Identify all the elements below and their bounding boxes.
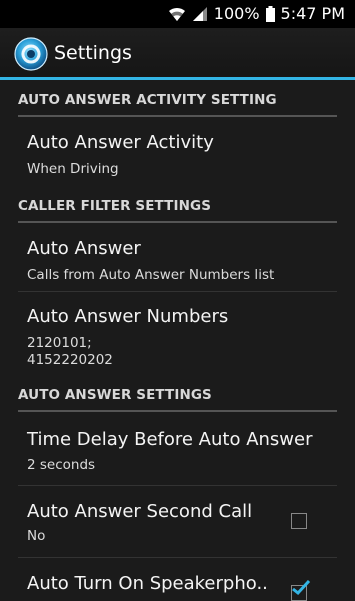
wifi-icon: [168, 7, 185, 21]
app-logo-icon[interactable]: [14, 37, 48, 71]
pref-title: Auto Answer Second Call: [27, 501, 253, 522]
pref-summary-line-1: 2120101;: [27, 335, 92, 351]
section-header-caller-filter: CALLER FILTER SETTINGS: [18, 191, 337, 223]
section-header-auto-answer-activity: AUTO ANSWER ACTIVITY SETTING: [18, 85, 337, 117]
settings-list[interactable]: AUTO ANSWER ACTIVITY SETTING Auto Answer…: [0, 80, 355, 601]
pref-auto-answer[interactable]: Auto Answer Calls from Auto Answer Numbe…: [0, 223, 355, 289]
pref-title: Time Delay Before Auto Answer: [27, 429, 313, 450]
pref-summary-line-2: 4152220202: [27, 352, 113, 368]
battery-icon: [265, 6, 275, 22]
pref-title: Auto Turn On Speakerpho..: [27, 573, 268, 594]
signal-icon: [192, 7, 207, 21]
pref-summary: When Driving: [27, 161, 119, 177]
pref-summary: Calls from Auto Answer Numbers list: [27, 267, 275, 283]
checkmark-icon: [292, 580, 311, 596]
pref-summary: 2 seconds: [27, 457, 96, 473]
clock: 5:47 PM: [280, 4, 345, 23]
pref-auto-answer-numbers[interactable]: Auto Answer Numbers 2120101; 4152220202: [0, 292, 355, 375]
speakerphone-checkbox[interactable]: [291, 580, 311, 601]
pref-title: Auto Answer Numbers: [27, 306, 229, 327]
section-header-auto-answer-settings: AUTO ANSWER SETTINGS: [18, 380, 337, 412]
pref-summary: No: [27, 528, 46, 544]
status-bar: 100% 5:47 PM: [0, 0, 355, 28]
pref-title: Auto Answer: [27, 238, 141, 259]
pref-auto-speakerphone[interactable]: Auto Turn On Speakerpho..: [0, 558, 355, 601]
pref-auto-answer-activity[interactable]: Auto Answer Activity When Driving: [0, 117, 355, 183]
pref-time-delay[interactable]: Time Delay Before Auto Answer 2 seconds: [0, 412, 355, 484]
pref-title: Auto Answer Activity: [27, 132, 214, 153]
action-bar: Settings: [0, 28, 355, 80]
page-title: Settings: [54, 42, 132, 64]
battery-percentage: 100%: [213, 4, 260, 23]
pref-auto-answer-second-call[interactable]: Auto Answer Second Call No: [0, 486, 355, 556]
second-call-checkbox[interactable]: [291, 513, 307, 529]
